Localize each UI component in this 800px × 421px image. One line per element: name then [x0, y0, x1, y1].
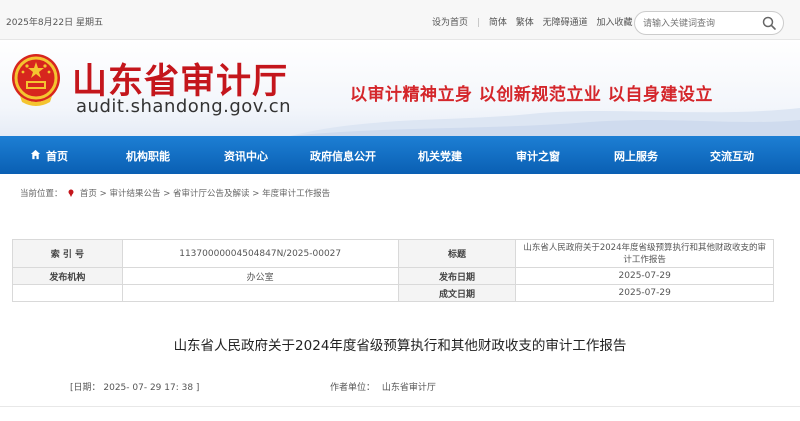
author-value: 山东省审计厅 — [381, 383, 436, 393]
breadcrumb-prefix: 当前位置： — [20, 189, 63, 199]
national-emblem-icon — [12, 54, 60, 106]
publisher-value: 办公室 — [121, 267, 399, 285]
publisher-label: 发布机构 — [12, 267, 123, 285]
location-pin-icon — [68, 189, 74, 197]
nav-institutions[interactable]: 机构职能 — [126, 148, 170, 164]
title-value: 山东省人民政府关于2024年度省级预算执行和其他财政收支的审计工作报告 — [515, 239, 774, 268]
publish-date-value: 2025-07-29 — [515, 267, 774, 285]
nav-audit-window[interactable]: 审计之窗 — [516, 148, 560, 164]
index-label: 索 引 号 — [12, 239, 123, 268]
publish-date-label: 发布日期 — [397, 267, 517, 285]
divider — [0, 406, 800, 407]
article-author: 作者单位： 山东省审计厅 — [330, 380, 436, 393]
nav-gov-info-disclosure[interactable]: 政府信息公开 — [310, 148, 376, 164]
nav-home[interactable]: 首页 — [46, 148, 68, 164]
empty-cell — [12, 284, 123, 302]
nav-interaction[interactable]: 交流互动 — [710, 148, 754, 164]
article-title: 山东省人民政府关于2024年度省级预算执行和其他财政收支的审计工作报告 — [173, 338, 627, 354]
breadcrumb-home[interactable]: 首页 — [80, 189, 97, 199]
home-icon — [30, 149, 41, 160]
banner-slogan: 以审计精神立身 以创新规范立业 以自身建设立 — [350, 85, 713, 105]
breadcrumb-separator: > — [163, 189, 171, 199]
created-date-value: 2025-07-29 — [515, 284, 774, 302]
breadcrumb: 当前位置： 首页 > 审计结果公告 > 省审计厅公告及解读 > 年度审计工作报告 — [20, 187, 330, 199]
breadcrumb-separator: > — [252, 189, 260, 199]
banner-decoration — [290, 108, 800, 136]
article-date: [日期： 2025- 07- 29 17: 38 ] — [70, 383, 200, 393]
document-info-table: 索 引 号 11370000004504847N/2025-00027 标题 山… — [12, 239, 774, 302]
nav-party-building[interactable]: 机关党建 — [418, 148, 462, 164]
breadcrumb-announcements[interactable]: 省审计厅公告及解读 — [173, 189, 250, 199]
index-value: 11370000004504847N/2025-00027 — [121, 239, 399, 268]
site-domain: audit.shandong.gov.cn — [76, 96, 292, 117]
title-label: 标题 — [397, 239, 517, 268]
empty-cell — [121, 284, 399, 302]
breadcrumb-separator: > — [99, 189, 107, 199]
nav-news-center[interactable]: 资讯中心 — [224, 148, 268, 164]
created-date-label: 成文日期 — [397, 284, 517, 302]
breadcrumb-annual-report[interactable]: 年度审计工作报告 — [262, 189, 330, 199]
nav-online-services[interactable]: 网上服务 — [614, 148, 658, 164]
main-navigation: 首页 机构职能 资讯中心 政府信息公开 机关党建 审计之窗 网上服务 交流互动 — [0, 136, 800, 174]
breadcrumb-audit-results[interactable]: 审计结果公告 — [109, 189, 160, 199]
author-label: 作者单位： — [330, 383, 376, 393]
